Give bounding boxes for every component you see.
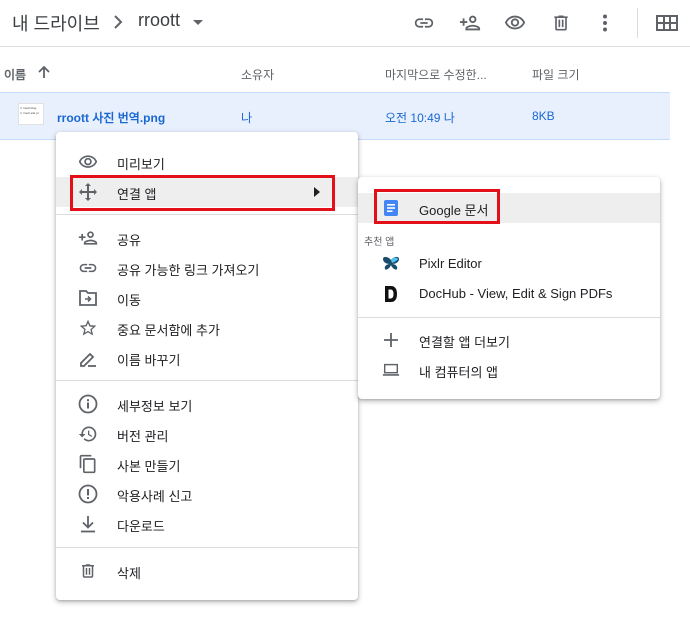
menu-item-report-abuse-label: 악용사례 신고	[117, 489, 193, 504]
submenu-item-google-docs[interactable]: Google 문서	[358, 193, 660, 223]
menu-divider	[56, 214, 358, 215]
submenu-item-google-docs-label: Google 문서	[419, 203, 489, 218]
google-docs-icon	[382, 199, 400, 217]
submenu-item-more-apps[interactable]: 연결할 앱 더보기	[358, 325, 660, 355]
menu-item-versions-label: 버전 관리	[117, 429, 169, 444]
trash-icon[interactable]	[548, 10, 574, 36]
pencil-icon	[78, 348, 98, 368]
submenu-item-more-apps-label: 연결할 앱 더보기	[419, 335, 510, 350]
submenu-item-pixlr-label: Pixlr Editor	[419, 256, 482, 271]
copy-icon	[78, 454, 98, 474]
menu-item-download-label: 다운로드	[117, 519, 165, 534]
pixlr-butterfly-icon	[382, 255, 400, 273]
menu-item-open-with[interactable]: 연결 앱	[56, 177, 358, 207]
submenu-divider	[358, 317, 660, 318]
menu-item-add-starred-label: 중요 문서함에 추가	[117, 323, 220, 338]
menu-item-download[interactable]: 다운로드	[56, 509, 358, 539]
menu-divider	[56, 547, 358, 548]
preview-eye-icon[interactable]	[502, 10, 528, 36]
menu-divider	[56, 380, 358, 381]
file-size: 8KB	[532, 109, 555, 123]
column-header-modified[interactable]: 마지막으로 수정한...	[385, 66, 487, 83]
menu-item-open-with-label: 연결 앱	[117, 187, 157, 202]
thumbnail-text-line-2: rr rroott site pl	[20, 111, 39, 115]
share-person-add-icon[interactable]	[457, 10, 483, 36]
grid-view-icon[interactable]	[654, 10, 680, 36]
laptop-icon	[382, 361, 400, 379]
menu-item-move[interactable]: 이동	[56, 283, 358, 313]
menu-item-share[interactable]: 공유	[56, 223, 358, 253]
menu-item-get-link[interactable]: 공유 가능한 링크 가져오기	[56, 253, 358, 283]
submenu-item-pixlr[interactable]: Pixlr Editor	[358, 249, 660, 279]
column-header-size[interactable]: 파일 크기	[532, 66, 580, 83]
menu-item-move-label: 이동	[117, 293, 141, 308]
sort-arrow-up-icon[interactable]	[38, 66, 50, 79]
plus-icon	[382, 331, 400, 349]
download-icon	[78, 514, 98, 534]
column-header-name[interactable]: 이름	[4, 66, 26, 83]
breadcrumb-current-folder[interactable]: rroott	[138, 10, 180, 31]
submenu-item-dochub-label: DocHub - View, Edit & Sign PDFs	[419, 286, 613, 301]
star-icon	[78, 318, 98, 338]
link-icon	[78, 258, 98, 278]
link-icon[interactable]	[411, 10, 437, 36]
breadcrumb-my-drive[interactable]: 내 드라이브	[12, 10, 100, 36]
person-add-icon	[78, 228, 98, 248]
file-thumbnail: rr rroott blog rr rroott site pl	[18, 103, 44, 125]
submenu-item-my-computer-label: 내 컴퓨터의 앱	[419, 365, 498, 380]
menu-item-rename-label: 이름 바꾸기	[117, 353, 181, 368]
trash-icon	[78, 561, 98, 581]
history-icon	[78, 424, 98, 444]
column-header-owner[interactable]: 소유자	[241, 66, 274, 83]
menu-item-preview[interactable]: 미리보기	[56, 147, 358, 177]
top-bar: 내 드라이브 rroott	[0, 0, 690, 47]
submenu-arrow-icon	[314, 187, 320, 197]
submenu-item-dochub[interactable]: DocHub - View, Edit & Sign PDFs	[358, 279, 660, 309]
file-owner: 나	[241, 111, 253, 125]
open-with-submenu: Google 문서 추천 앱 Pixlr Editor DocHub - Vie…	[358, 177, 660, 399]
menu-item-add-starred[interactable]: 중요 문서함에 추가	[56, 313, 358, 343]
chevron-right-icon	[112, 15, 124, 29]
file-name[interactable]: rroott 사진 번역.png	[57, 109, 165, 126]
eye-icon	[78, 152, 98, 172]
menu-item-share-label: 공유	[117, 233, 141, 248]
menu-item-delete-label: 삭제	[117, 566, 141, 581]
menu-item-delete[interactable]: 삭제	[56, 556, 358, 586]
context-menu: 미리보기 연결 앱 공유 공유 가능한 링크 가져오기 이동 중요 문서함에 추…	[56, 132, 358, 600]
menu-item-report-abuse[interactable]: 악용사례 신고	[56, 479, 358, 509]
suggested-apps-heading: 추천 앱	[364, 237, 395, 248]
report-alert-icon	[78, 484, 98, 504]
info-icon	[78, 394, 98, 414]
menu-item-preview-label: 미리보기	[117, 157, 165, 172]
menu-item-get-link-label: 공유 가능한 링크 가져오기	[117, 263, 260, 278]
move-arrows-icon	[78, 182, 98, 202]
dochub-icon	[382, 285, 400, 303]
menu-item-details-label: 세부정보 보기	[117, 399, 193, 414]
more-vert-icon[interactable]	[592, 10, 618, 36]
menu-item-rename[interactable]: 이름 바꾸기	[56, 343, 358, 373]
submenu-item-my-computer[interactable]: 내 컴퓨터의 앱	[358, 355, 660, 385]
menu-item-details[interactable]: 세부정보 보기	[56, 389, 358, 419]
toolbar-divider	[637, 8, 638, 38]
dropdown-arrow-icon[interactable]	[193, 20, 203, 26]
menu-item-versions[interactable]: 버전 관리	[56, 419, 358, 449]
menu-item-make-copy-label: 사본 만들기	[117, 459, 181, 474]
file-modified: 오전 10:49 나	[385, 111, 455, 125]
menu-item-make-copy[interactable]: 사본 만들기	[56, 449, 358, 479]
move-to-folder-icon	[78, 288, 98, 308]
